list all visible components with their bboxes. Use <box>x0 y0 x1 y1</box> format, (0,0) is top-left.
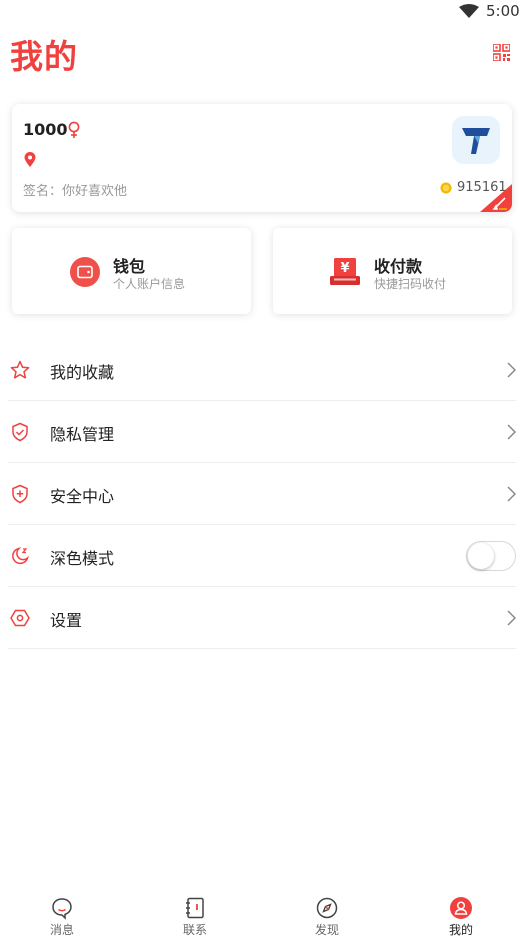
moon-icon <box>12 547 29 565</box>
page-title: 我的 <box>10 37 78 76</box>
menu-item-settings[interactable]: 设置 <box>8 587 516 649</box>
location-pin-icon <box>24 152 36 167</box>
toggle-knob <box>468 543 494 569</box>
menu-item-privacy[interactable]: 隐私管理 <box>8 401 516 463</box>
menu-label: 设置 <box>50 611 83 630</box>
menu-item-dark-mode: 深色模式 <box>8 525 516 587</box>
chevron-right-icon <box>507 610 516 626</box>
app-logo-icon <box>462 128 490 154</box>
menu-item-favorites[interactable]: 我的收藏 <box>8 339 516 401</box>
wallet-title: 钱包 <box>113 257 146 276</box>
nav-label: 联系 <box>182 923 207 937</box>
settings-menu: 我的收藏 隐私管理 安全中心 深色模式 设置 <box>0 339 524 649</box>
tab-profile[interactable]: 我的 <box>431 896 491 940</box>
status-bar: 5:00 <box>0 0 524 24</box>
chevron-right-icon <box>507 362 516 378</box>
female-icon <box>68 121 80 138</box>
profile-page: 5:00 我的 1000 签名：你好喜欢他 915161 钱包 个人账户信息 ¥… <box>0 0 524 941</box>
shield-plus-icon <box>12 484 28 504</box>
wallet-card[interactable]: 钱包 个人账户信息 <box>12 228 251 314</box>
signature: 签名：你好喜欢他 <box>23 184 128 199</box>
menu-label: 隐私管理 <box>50 425 115 444</box>
nav-label: 发现 <box>314 923 339 937</box>
wallet-subtitle: 个人账户信息 <box>113 277 186 291</box>
contacts-book-icon <box>186 897 204 919</box>
dark-mode-toggle[interactable] <box>466 541 516 571</box>
nav-label: 我的 <box>448 923 473 937</box>
chevron-right-icon <box>507 486 516 502</box>
tab-discover[interactable]: 发现 <box>297 896 357 940</box>
menu-item-security[interactable]: 安全中心 <box>8 463 516 525</box>
status-time: 5:00 <box>486 2 520 20</box>
tab-contacts[interactable]: 联系 <box>165 896 225 940</box>
svg-text:¥: ¥ <box>340 261 349 276</box>
app-logo <box>452 116 500 164</box>
payment-subtitle: 快捷扫码收付 <box>374 277 447 291</box>
chat-bubble-icon <box>52 898 72 920</box>
wallet-icon <box>70 257 100 287</box>
payment-icon: ¥ <box>330 258 360 285</box>
menu-label: 深色模式 <box>50 549 115 568</box>
profile-icon <box>450 897 472 919</box>
menu-label: 我的收藏 <box>50 363 115 382</box>
menu-label: 安全中心 <box>50 487 115 506</box>
qr-code-icon[interactable] <box>493 44 510 61</box>
chevron-right-icon <box>507 424 516 440</box>
coin-icon <box>440 182 452 194</box>
bottom-nav: 消息 联系 发现 我的 <box>0 890 524 941</box>
username: 1000 <box>23 120 68 139</box>
edit-profile-icon[interactable] <box>480 184 512 212</box>
payment-card[interactable]: ¥ 收付款 快捷扫码收付 <box>273 228 512 314</box>
nav-label: 消息 <box>49 923 74 937</box>
compass-icon <box>316 897 338 919</box>
shield-check-icon <box>12 422 28 442</box>
profile-card[interactable]: 1000 签名：你好喜欢他 915161 <box>12 104 512 212</box>
payment-title: 收付款 <box>374 257 423 276</box>
wifi-icon <box>459 4 479 18</box>
gear-icon <box>10 609 30 627</box>
star-icon <box>10 360 30 379</box>
tab-messages[interactable]: 消息 <box>32 896 92 940</box>
